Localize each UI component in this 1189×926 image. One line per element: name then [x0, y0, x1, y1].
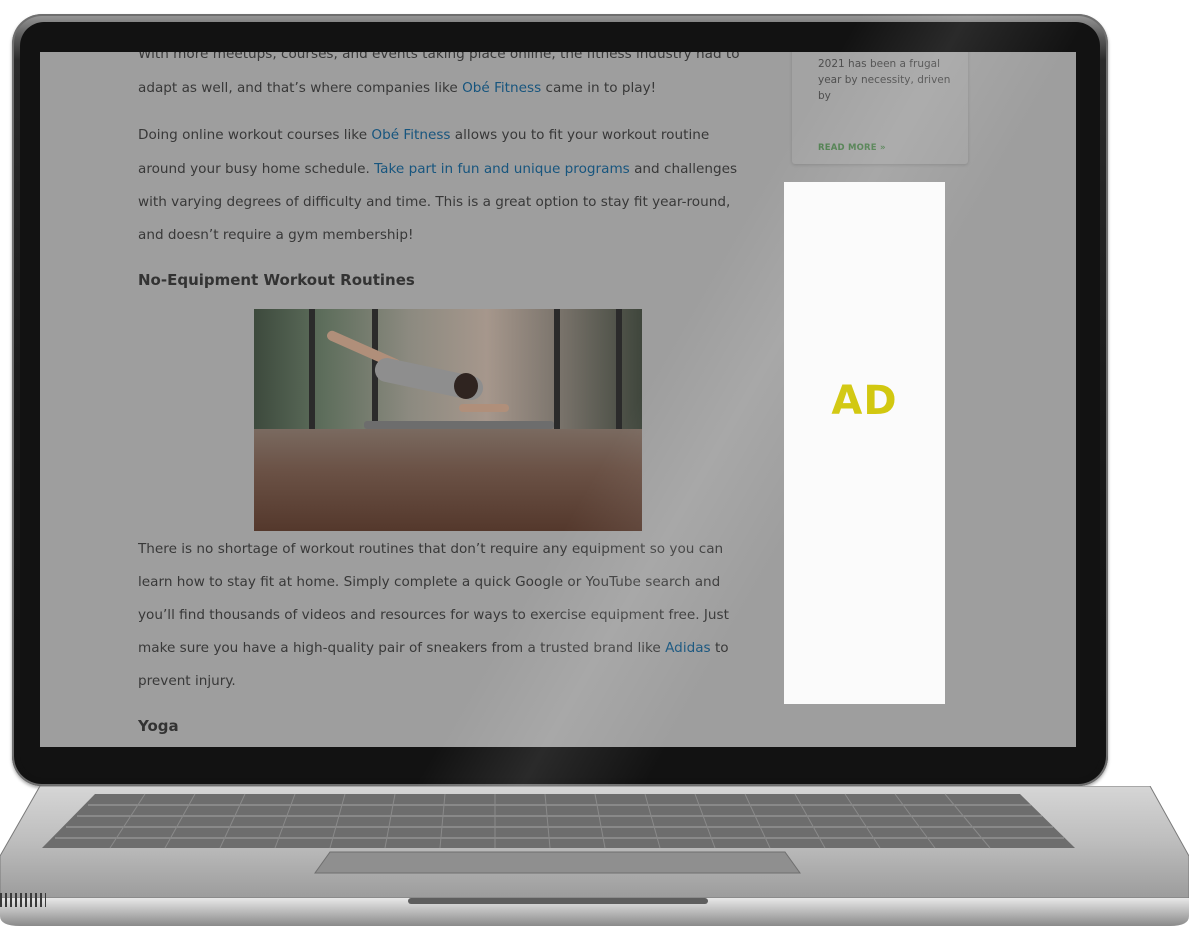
paragraph-text: prevent injury.	[138, 673, 236, 689]
paragraph-text: around your busy home schedule.	[138, 161, 375, 177]
paragraph-line: prevent injury.	[138, 671, 236, 691]
paragraph-text: make sure you have a high-quality pair o…	[138, 640, 666, 656]
article-link[interactable]: Obé Fitness	[371, 127, 450, 143]
article-link[interactable]: Obé Fitness	[462, 80, 541, 96]
paragraph-text: to	[710, 640, 729, 656]
paragraph-line: around your busy home schedule. Take par…	[138, 159, 737, 179]
ad-banner[interactable]: AD	[784, 182, 945, 704]
paragraph-line: and doesn’t require a gym membership!	[138, 225, 413, 245]
paragraph-line: learn how to stay fit at home. Simply co…	[138, 572, 720, 592]
paragraph-line: you’ll find thousands of videos and reso…	[138, 605, 729, 625]
paragraph-text: you’ll find thousands of videos and reso…	[138, 607, 729, 623]
paragraph-text: came in to play!	[541, 80, 657, 96]
ad-label: AD	[831, 378, 898, 424]
paragraph-line: make sure you have a high-quality pair o…	[138, 638, 729, 658]
sidebar-post-card[interactable]: 2021 has been a frugal year by necessity…	[792, 52, 968, 164]
paragraph-line: with varying degrees of difficulty and t…	[138, 192, 730, 212]
article-link[interactable]: Take part in fun and unique programs	[374, 161, 630, 177]
paragraph-text: There is no shortage of workout routines…	[138, 541, 724, 557]
paragraph-text: and challenges	[629, 161, 738, 177]
post-excerpt: 2021 has been a frugal year by necessity…	[818, 58, 951, 102]
section-heading-yoga: Yoga	[138, 717, 179, 735]
paragraph-text: and doesn’t require a gym membership!	[138, 227, 414, 243]
side-vent	[0, 893, 46, 907]
section-heading: No-Equipment Workout Routines	[138, 271, 415, 289]
paragraph-line: Doing online workout courses like Obé Fi…	[138, 125, 709, 145]
paragraph-text: allows you to fit your workout routine	[450, 127, 710, 143]
paragraph-text: Doing online workout courses like	[138, 127, 372, 143]
paragraph-text: with varying degrees of difficulty and t…	[138, 194, 731, 210]
paragraph-text: adapt as well, and that’s where companie…	[138, 80, 463, 96]
laptop-screen: With more meetups, courses, and events t…	[40, 52, 1076, 747]
paragraph-line: With more meetups, courses, and events t…	[138, 52, 740, 62]
paragraph-line: There is no shortage of workout routines…	[138, 539, 723, 559]
paragraph-text: learn how to stay fit at home. Simply co…	[138, 574, 721, 590]
laptop-base	[0, 786, 1189, 926]
article-link[interactable]: Adidas	[665, 640, 711, 656]
paragraph-line: adapt as well, and that’s where companie…	[138, 78, 656, 98]
read-more-link[interactable]: READ MORE »	[818, 143, 886, 153]
workout-photo	[254, 309, 642, 531]
